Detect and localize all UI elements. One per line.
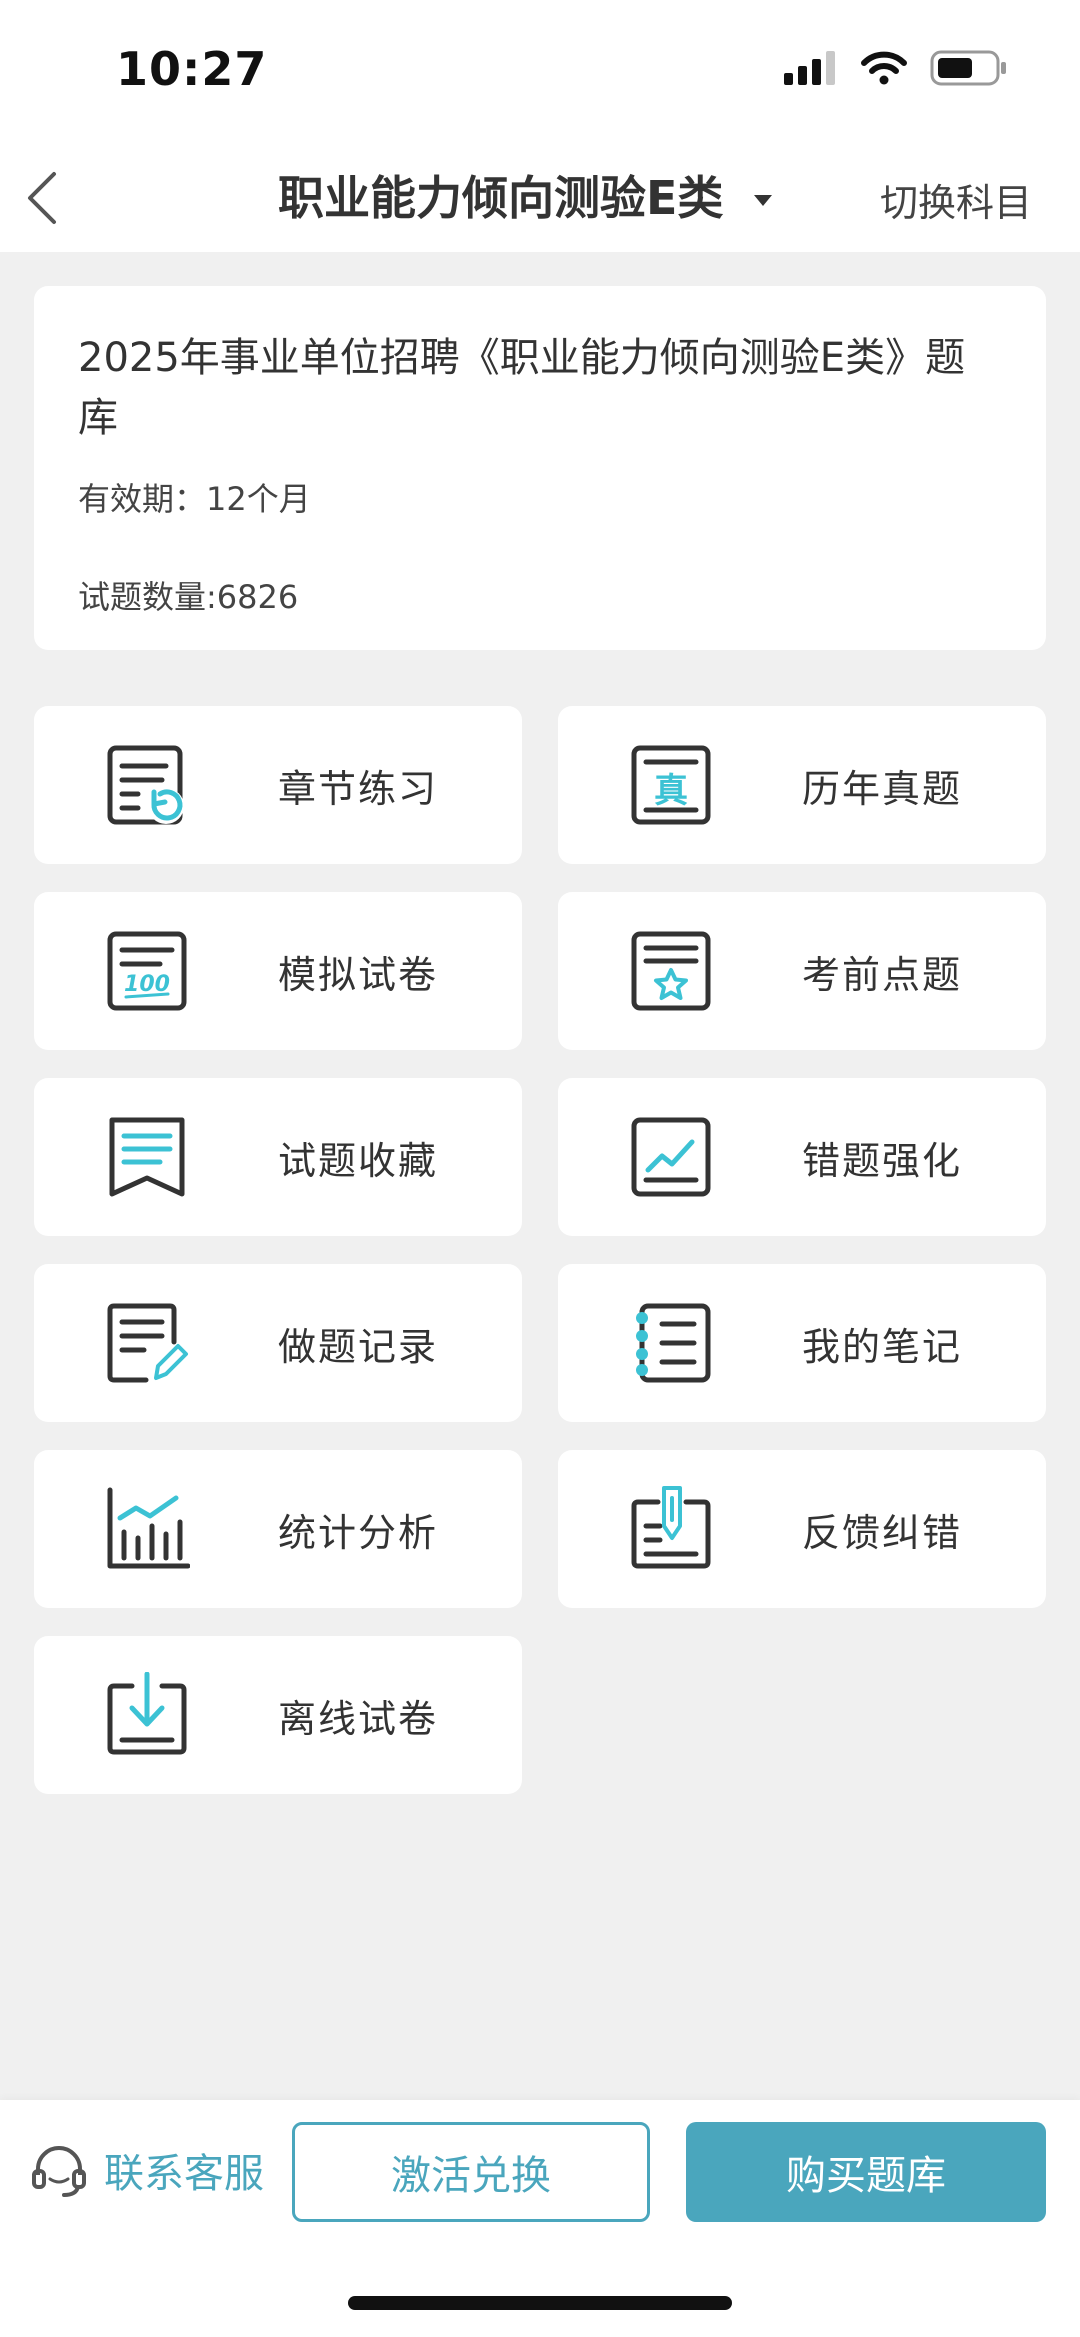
page: 10:27 职业能力倾向测验E类 切换科目 2025年事业单位招聘《职业能力倾向…	[0, 0, 1080, 2337]
question-count: 试题数量:6826	[78, 578, 299, 616]
home-indicator[interactable]	[348, 2296, 732, 2310]
back-chevron-icon[interactable]	[14, 166, 78, 230]
download-icon	[107, 1672, 187, 1755]
feature-grid: 章节练习 真 历年真题 100 模拟试卷 考前点题 试题收藏 错题强化 做题记录…	[34, 706, 1046, 1794]
battery-icon	[930, 50, 1006, 86]
svg-text:真: 真	[654, 771, 688, 811]
question-bank-info-card: 2025年事业单位招聘《职业能力倾向测验E类》题库 有效期：12个月 试题数量:…	[34, 286, 1046, 650]
tile-past-exams[interactable]: 真 历年真题	[558, 706, 1046, 864]
tile-label: 考前点题	[802, 953, 963, 997]
wrong-answers-chart-icon	[631, 1117, 711, 1197]
past-exam-icon: 真	[631, 745, 711, 825]
activate-redeem-button[interactable]: 激活兑换	[292, 2122, 650, 2222]
caret-down-icon	[754, 195, 773, 206]
key-points-star-icon	[631, 931, 711, 1011]
feedback-icon	[631, 1486, 711, 1569]
tile-notes[interactable]: 我的笔记	[558, 1264, 1046, 1422]
tile-label: 历年真题	[802, 767, 963, 811]
wifi-icon	[861, 51, 907, 85]
tile-label: 错题强化	[802, 1139, 963, 1183]
tile-mock-exams[interactable]: 100 模拟试卷	[34, 892, 522, 1050]
tile-feedback[interactable]: 反馈纠错	[558, 1450, 1046, 1608]
validity-period: 有效期：12个月	[78, 480, 311, 518]
records-pencil-icon	[107, 1303, 188, 1383]
tile-wrong-questions[interactable]: 错题强化	[558, 1078, 1046, 1236]
tile-records[interactable]: 做题记录	[34, 1264, 522, 1422]
customer-service-label: 联系客服	[104, 2151, 264, 2197]
switch-subject-button[interactable]: 切换科目	[880, 172, 1032, 227]
tile-label: 反馈纠错	[802, 1511, 963, 1555]
status-icons	[784, 50, 1008, 86]
tile-label: 统计分析	[278, 1511, 439, 1555]
tile-label: 我的笔记	[802, 1325, 963, 1369]
subject-dropdown[interactable]: 职业能力倾向测验E类	[278, 162, 775, 228]
notebook-icon	[636, 1303, 711, 1383]
tile-label: 离线试卷	[278, 1697, 439, 1741]
tile-offline-exams[interactable]: 离线试卷	[34, 1636, 522, 1794]
tile-statistics[interactable]: 统计分析	[34, 1450, 522, 1608]
bookmark-icon	[109, 1117, 185, 1197]
mock-exam-icon: 100	[107, 931, 187, 1011]
buy-question-bank-button[interactable]: 购买题库	[686, 2122, 1046, 2222]
tile-chapter-practice[interactable]: 章节练习	[34, 706, 522, 864]
bottom-action-bar: 联系客服 激活兑换 购买题库	[0, 2100, 1080, 2240]
chapter-practice-icon	[107, 745, 184, 825]
headset-icon	[32, 2146, 86, 2197]
home-indicator-area	[0, 2240, 1080, 2337]
cellular-signal-icon	[784, 51, 835, 85]
tile-label: 做题记录	[278, 1325, 439, 1369]
tile-label: 章节练习	[278, 767, 439, 811]
tile-key-points[interactable]: 考前点题	[558, 892, 1046, 1050]
statistics-chart-icon	[107, 1487, 190, 1569]
page-title: 职业能力倾向测验E类	[278, 171, 724, 225]
status-time: 10:27	[116, 42, 268, 96]
tile-favorites[interactable]: 试题收藏	[34, 1078, 522, 1236]
nav-bar: 职业能力倾向测验E类 切换科目	[0, 140, 1080, 252]
tile-label: 模拟试卷	[278, 953, 439, 997]
question-bank-title: 2025年事业单位招聘《职业能力倾向测验E类》题库	[78, 335, 966, 441]
status-bar: 10:27	[0, 0, 1080, 140]
customer-service-button[interactable]: 联系客服	[30, 2130, 264, 2210]
tile-label: 试题收藏	[278, 1139, 439, 1183]
